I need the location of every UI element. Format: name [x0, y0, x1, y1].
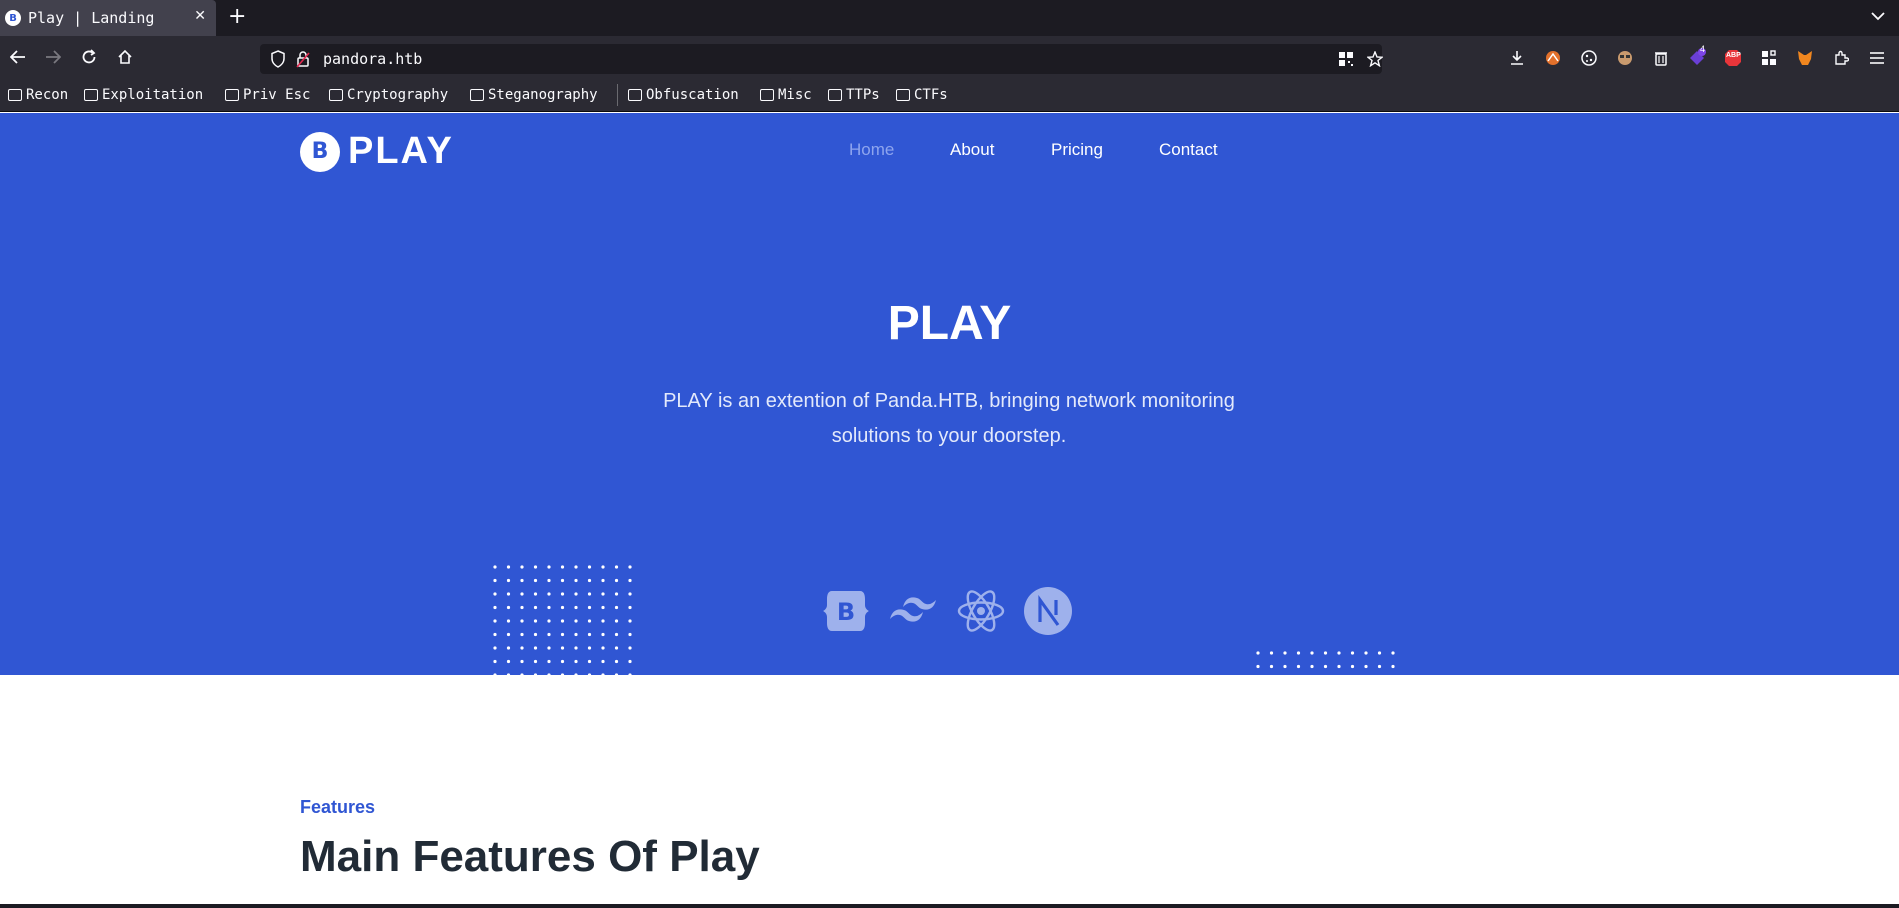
- burp-extension-icon[interactable]: [1543, 48, 1563, 68]
- folder-icon: [329, 89, 343, 101]
- nextjs-icon: [1024, 587, 1072, 635]
- browser-tab[interactable]: B Play | Landing ✕: [0, 0, 216, 36]
- url-text[interactable]: pandora.htb: [323, 50, 422, 68]
- abp-label: ABP: [1726, 52, 1741, 59]
- list-all-tabs-icon[interactable]: [1871, 8, 1885, 24]
- forward-arrow-icon[interactable]: [40, 44, 66, 70]
- svg-text:B: B: [837, 598, 855, 626]
- site-logo[interactable]: B PLAY: [300, 130, 454, 173]
- bookmarks-toolbar: Recon Exploitation Priv Esc Cryptography…: [0, 78, 1899, 112]
- hero-title: PLAY: [887, 297, 1012, 350]
- folder-icon: [896, 89, 910, 101]
- tracking-protection-shield-icon[interactable]: [270, 50, 286, 68]
- features-label: Features: [300, 797, 376, 817]
- react-icon: [957, 590, 1005, 632]
- puzzle-extensions-icon[interactable]: [1831, 48, 1851, 68]
- folder-icon: [8, 89, 22, 101]
- bookmark-folder-exploitation[interactable]: Exploitation: [84, 86, 203, 104]
- extension-badge: 4: [1700, 44, 1706, 54]
- cookie-editor-icon[interactable]: [1579, 48, 1599, 68]
- bookmark-folder-priv-esc[interactable]: Priv Esc: [225, 86, 310, 104]
- trash-extension-icon[interactable]: [1651, 48, 1671, 68]
- folder-icon: [225, 89, 239, 101]
- logo-text: PLAY: [348, 130, 454, 172]
- close-tab-icon[interactable]: ✕: [194, 8, 206, 24]
- bookmark-folder-steganography[interactable]: Steganography: [470, 86, 598, 104]
- nav-link-home[interactable]: Home: [849, 140, 894, 160]
- downloads-icon[interactable]: [1507, 48, 1527, 68]
- address-bar[interactable]: pandora.htb: [260, 44, 1384, 74]
- adblock-plus-icon[interactable]: ABP: [1723, 48, 1743, 68]
- connection-lock-icon[interactable]: [296, 50, 310, 68]
- home-icon[interactable]: [112, 44, 138, 70]
- extensions-grid-icon[interactable]: [1759, 48, 1779, 68]
- folder-icon: [84, 89, 98, 101]
- tailwind-icon: [890, 597, 936, 622]
- nav-link-pricing[interactable]: Pricing: [1051, 140, 1103, 160]
- bootstrap-logo-icon: B: [300, 131, 340, 172]
- nav-link-about[interactable]: About: [950, 140, 994, 160]
- folder-icon: [760, 89, 774, 101]
- folder-icon: [828, 89, 842, 101]
- dot-grid-decoration-right: [1256, 651, 1396, 675]
- window-bottom-edge: [0, 904, 1899, 908]
- features-title: Main Features Of Play: [300, 832, 760, 881]
- bookmark-folder-ctfs[interactable]: CTFs: [896, 86, 948, 104]
- tab-title: Play | Landing: [28, 9, 155, 27]
- bookmark-folder-ttps[interactable]: TTPs: [828, 86, 880, 104]
- bookmark-separator: [617, 84, 618, 106]
- favicon-icon: B: [5, 10, 21, 26]
- foxyproxy-icon[interactable]: 4: [1687, 44, 1707, 68]
- metamask-fox-icon[interactable]: [1795, 48, 1815, 68]
- back-arrow-icon[interactable]: [5, 44, 31, 70]
- bookmark-star-icon[interactable]: [1366, 50, 1384, 68]
- bookmark-folder-obfuscation[interactable]: Obfuscation: [628, 86, 739, 104]
- new-tab-button[interactable]: +: [228, 4, 246, 29]
- bookmark-folder-cryptography[interactable]: Cryptography: [329, 86, 448, 104]
- reload-icon[interactable]: [76, 44, 102, 70]
- folder-icon: [470, 89, 484, 101]
- qr-code-icon[interactable]: [1337, 50, 1355, 68]
- wappalyzer-face-icon[interactable]: [1615, 48, 1635, 68]
- folder-icon: [628, 89, 642, 101]
- nav-link-contact[interactable]: Contact: [1159, 140, 1218, 160]
- dot-grid-decoration-left: [493, 565, 633, 675]
- tab-strip: B Play | Landing ✕ +: [0, 0, 1899, 36]
- hero-description: PLAY is an extention of Panda.HTB, bring…: [663, 390, 1235, 447]
- bookmark-folder-recon[interactable]: Recon: [8, 86, 68, 104]
- hamburger-menu-icon[interactable]: [1867, 48, 1887, 68]
- bootstrap-icon: B: [823, 591, 869, 631]
- hero-section: B PLAY Home About Pricing Contact PLAY P…: [0, 113, 1899, 675]
- bookmark-folder-misc[interactable]: Misc: [760, 86, 812, 104]
